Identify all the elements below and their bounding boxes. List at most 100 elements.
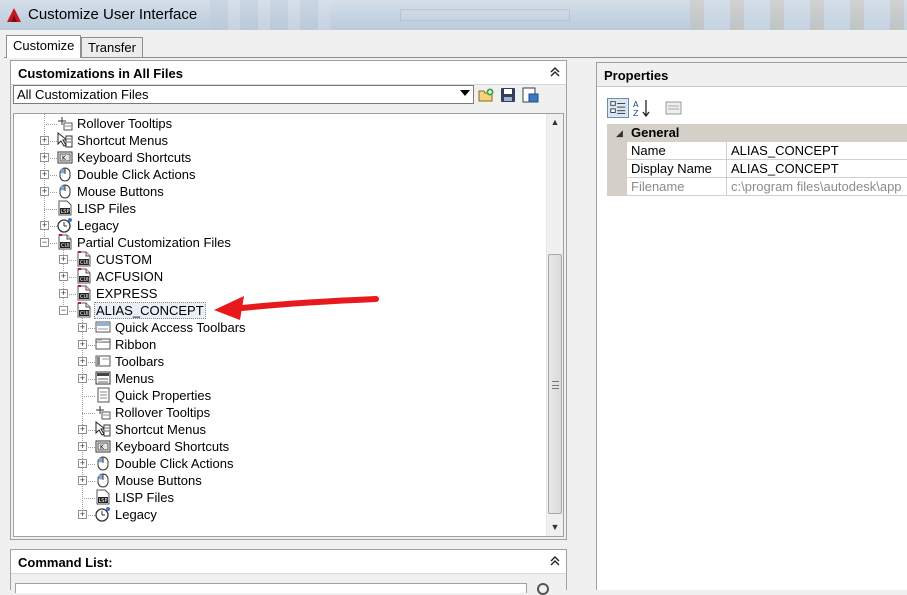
tree-item-double-click-actions[interactable]: + Double Click Actions <box>14 455 544 472</box>
tree-item-label: Shortcut Menus <box>115 422 207 437</box>
tree-item-label: Legacy <box>115 507 157 522</box>
svg-text:CUI: CUI <box>80 311 89 317</box>
tooltip-icon <box>57 115 73 131</box>
tree-item-express[interactable]: + CUI EXPRESS <box>14 285 544 302</box>
legacy-icon <box>95 506 111 522</box>
scroll-up-icon[interactable]: ▲ <box>547 114 563 131</box>
dropdown-value: All Customization Files <box>17 87 149 102</box>
quick-access-icon <box>95 319 111 335</box>
tree-item-keyboard-shortcuts[interactable]: + K Keyboard Shortcuts <box>14 149 544 166</box>
tree-item-label: EXPRESS <box>96 286 158 301</box>
scroll-thumb[interactable] <box>548 254 562 514</box>
tree-item-label: Toolbars <box>115 354 165 369</box>
toolbar-icon <box>95 353 111 369</box>
property-pages-icon[interactable] <box>663 98 685 118</box>
tree-item-custom[interactable]: + CUI CUSTOM <box>14 251 544 268</box>
expand-icon[interactable]: + <box>40 170 49 179</box>
tooltip-icon <box>95 404 111 420</box>
expand-icon[interactable]: + <box>40 187 49 196</box>
property-row-filename[interactable]: Filename c:\program files\autodesk\app <box>607 178 907 196</box>
mouse-icon <box>57 166 73 182</box>
search-icon[interactable] <box>537 583 549 595</box>
expand-icon[interactable]: + <box>78 459 87 468</box>
tab-customize[interactable]: Customize <box>6 35 82 58</box>
collapse-triangle-icon[interactable]: ◢ <box>616 128 623 139</box>
category-general[interactable]: ◢ General <box>607 124 907 142</box>
tree-item-shortcut-menus[interactable]: + Shortcut Menus <box>14 131 544 149</box>
tree-item-rollover-tooltips[interactable]: Rollover Tooltips <box>14 115 544 132</box>
tree-item-mouse-buttons[interactable]: + Mouse Buttons <box>14 183 544 200</box>
legacy-icon <box>57 217 73 233</box>
tree-item-quick-access-toolbars[interactable]: + Quick Access Toolbars <box>14 319 544 336</box>
expand-icon[interactable]: + <box>78 357 87 366</box>
lisp-file-icon: LSP <box>57 200 73 216</box>
tree-item-label: Quick Properties <box>115 388 212 403</box>
tree-item-acfusion[interactable]: + CUI ACFUSION <box>14 268 544 285</box>
tree-item-label: Partial Customization Files <box>77 235 231 250</box>
category-label: General <box>631 125 680 140</box>
property-row-display-name[interactable]: Display Name ALIAS_CONCEPT <box>607 160 907 178</box>
expand-icon[interactable]: + <box>78 340 87 349</box>
customization-tree[interactable]: ▲ ▼ Rollover Tooltips + Shortcut Menus + K Ke… <box>13 113 564 537</box>
tree-item-label: Mouse Buttons <box>115 473 202 488</box>
properties-header: Properties <box>597 63 907 87</box>
tree-item-legacy[interactable]: + Legacy <box>14 506 544 523</box>
tree-item-mouse-buttons[interactable]: + Mouse Buttons <box>14 472 544 489</box>
tree-item-ribbon[interactable]: + Ribbon <box>14 336 544 353</box>
expand-icon[interactable]: + <box>78 374 87 383</box>
tree-item-rollover-tooltips[interactable]: Rollover Tooltips <box>14 404 544 421</box>
expand-icon[interactable]: + <box>78 425 87 434</box>
command-search-input[interactable] <box>15 583 527 593</box>
tree-item-lisp-files[interactable]: LSP LISP Files <box>14 489 544 506</box>
expand-icon[interactable]: + <box>78 510 87 519</box>
tab-transfer[interactable]: Transfer <box>81 37 143 57</box>
mouse-icon <box>95 472 111 488</box>
sort-alphabetical-icon[interactable]: A Z <box>631 98 653 118</box>
scroll-down-icon[interactable]: ▼ <box>547 519 563 536</box>
keyboard-icon: K <box>57 149 73 165</box>
categorized-icon[interactable] <box>607 98 629 118</box>
tree-item-quick-properties[interactable]: Quick Properties <box>14 387 544 404</box>
collapse-icon[interactable] <box>548 66 562 80</box>
tree-item-shortcut-menus[interactable]: + Shortcut Menus <box>14 420 544 438</box>
property-value[interactable]: ALIAS_CONCEPT <box>727 160 907 178</box>
expand-icon[interactable]: + <box>40 136 49 145</box>
expand-icon[interactable]: + <box>78 476 87 485</box>
expand-icon[interactable]: + <box>59 272 68 281</box>
expand-icon[interactable]: + <box>40 221 49 230</box>
collapse-icon[interactable]: − <box>59 306 68 315</box>
save-icon[interactable] <box>499 86 517 104</box>
tree-scrollbar[interactable]: ▲ ▼ <box>546 114 563 536</box>
tree-item-lisp-files[interactable]: LSP LISP Files <box>14 200 544 217</box>
cui-file-icon: CUI <box>76 285 92 301</box>
menu-icon <box>95 370 111 386</box>
expand-icon[interactable]: + <box>78 323 87 332</box>
expand-icon[interactable]: + <box>78 442 87 451</box>
tree-item-label: Double Click Actions <box>115 456 234 471</box>
property-grid[interactable]: ◢ General Name ALIAS_CONCEPT Display Nam… <box>607 124 907 196</box>
collapse-icon[interactable]: − <box>40 238 49 247</box>
customization-files-dropdown[interactable]: All Customization Files <box>13 85 474 104</box>
tree-item-double-click-actions[interactable]: + Double Click Actions <box>14 166 544 183</box>
cui-file-icon: CUI <box>76 302 92 318</box>
cui-file-icon: CUI <box>76 251 92 267</box>
tree-item-keyboard-shortcuts[interactable]: + K Keyboard Shortcuts <box>14 438 544 455</box>
expand-icon[interactable]: + <box>59 289 68 298</box>
expand-icon[interactable]: + <box>40 153 49 162</box>
tree-item-legacy[interactable]: + Legacy <box>14 217 544 234</box>
tree-item-partial-customization-files[interactable]: − CUI Partial Customization Files <box>14 234 544 251</box>
cui-file-icon: CUI <box>76 268 92 284</box>
dropdown-arrow-icon[interactable] <box>460 90 470 96</box>
command-list-title: Command List: <box>18 555 113 570</box>
property-value[interactable]: ALIAS_CONCEPT <box>727 142 907 160</box>
expand-icon[interactable]: + <box>59 255 68 264</box>
tree-item-toolbars[interactable]: + Toolbars <box>14 353 544 370</box>
preview-icon[interactable] <box>521 86 539 104</box>
tree-item-menus[interactable]: + Menus <box>14 370 544 387</box>
tree-item-alias-concept[interactable]: − CUI ALIAS_CONCEPT <box>14 302 544 319</box>
open-file-icon[interactable] <box>477 86 495 104</box>
collapse-icon[interactable] <box>548 555 562 569</box>
title-bar[interactable]: Customize User Interface <box>0 0 907 30</box>
svg-text:CUI: CUI <box>80 294 89 300</box>
property-row-name[interactable]: Name ALIAS_CONCEPT <box>607 142 907 160</box>
